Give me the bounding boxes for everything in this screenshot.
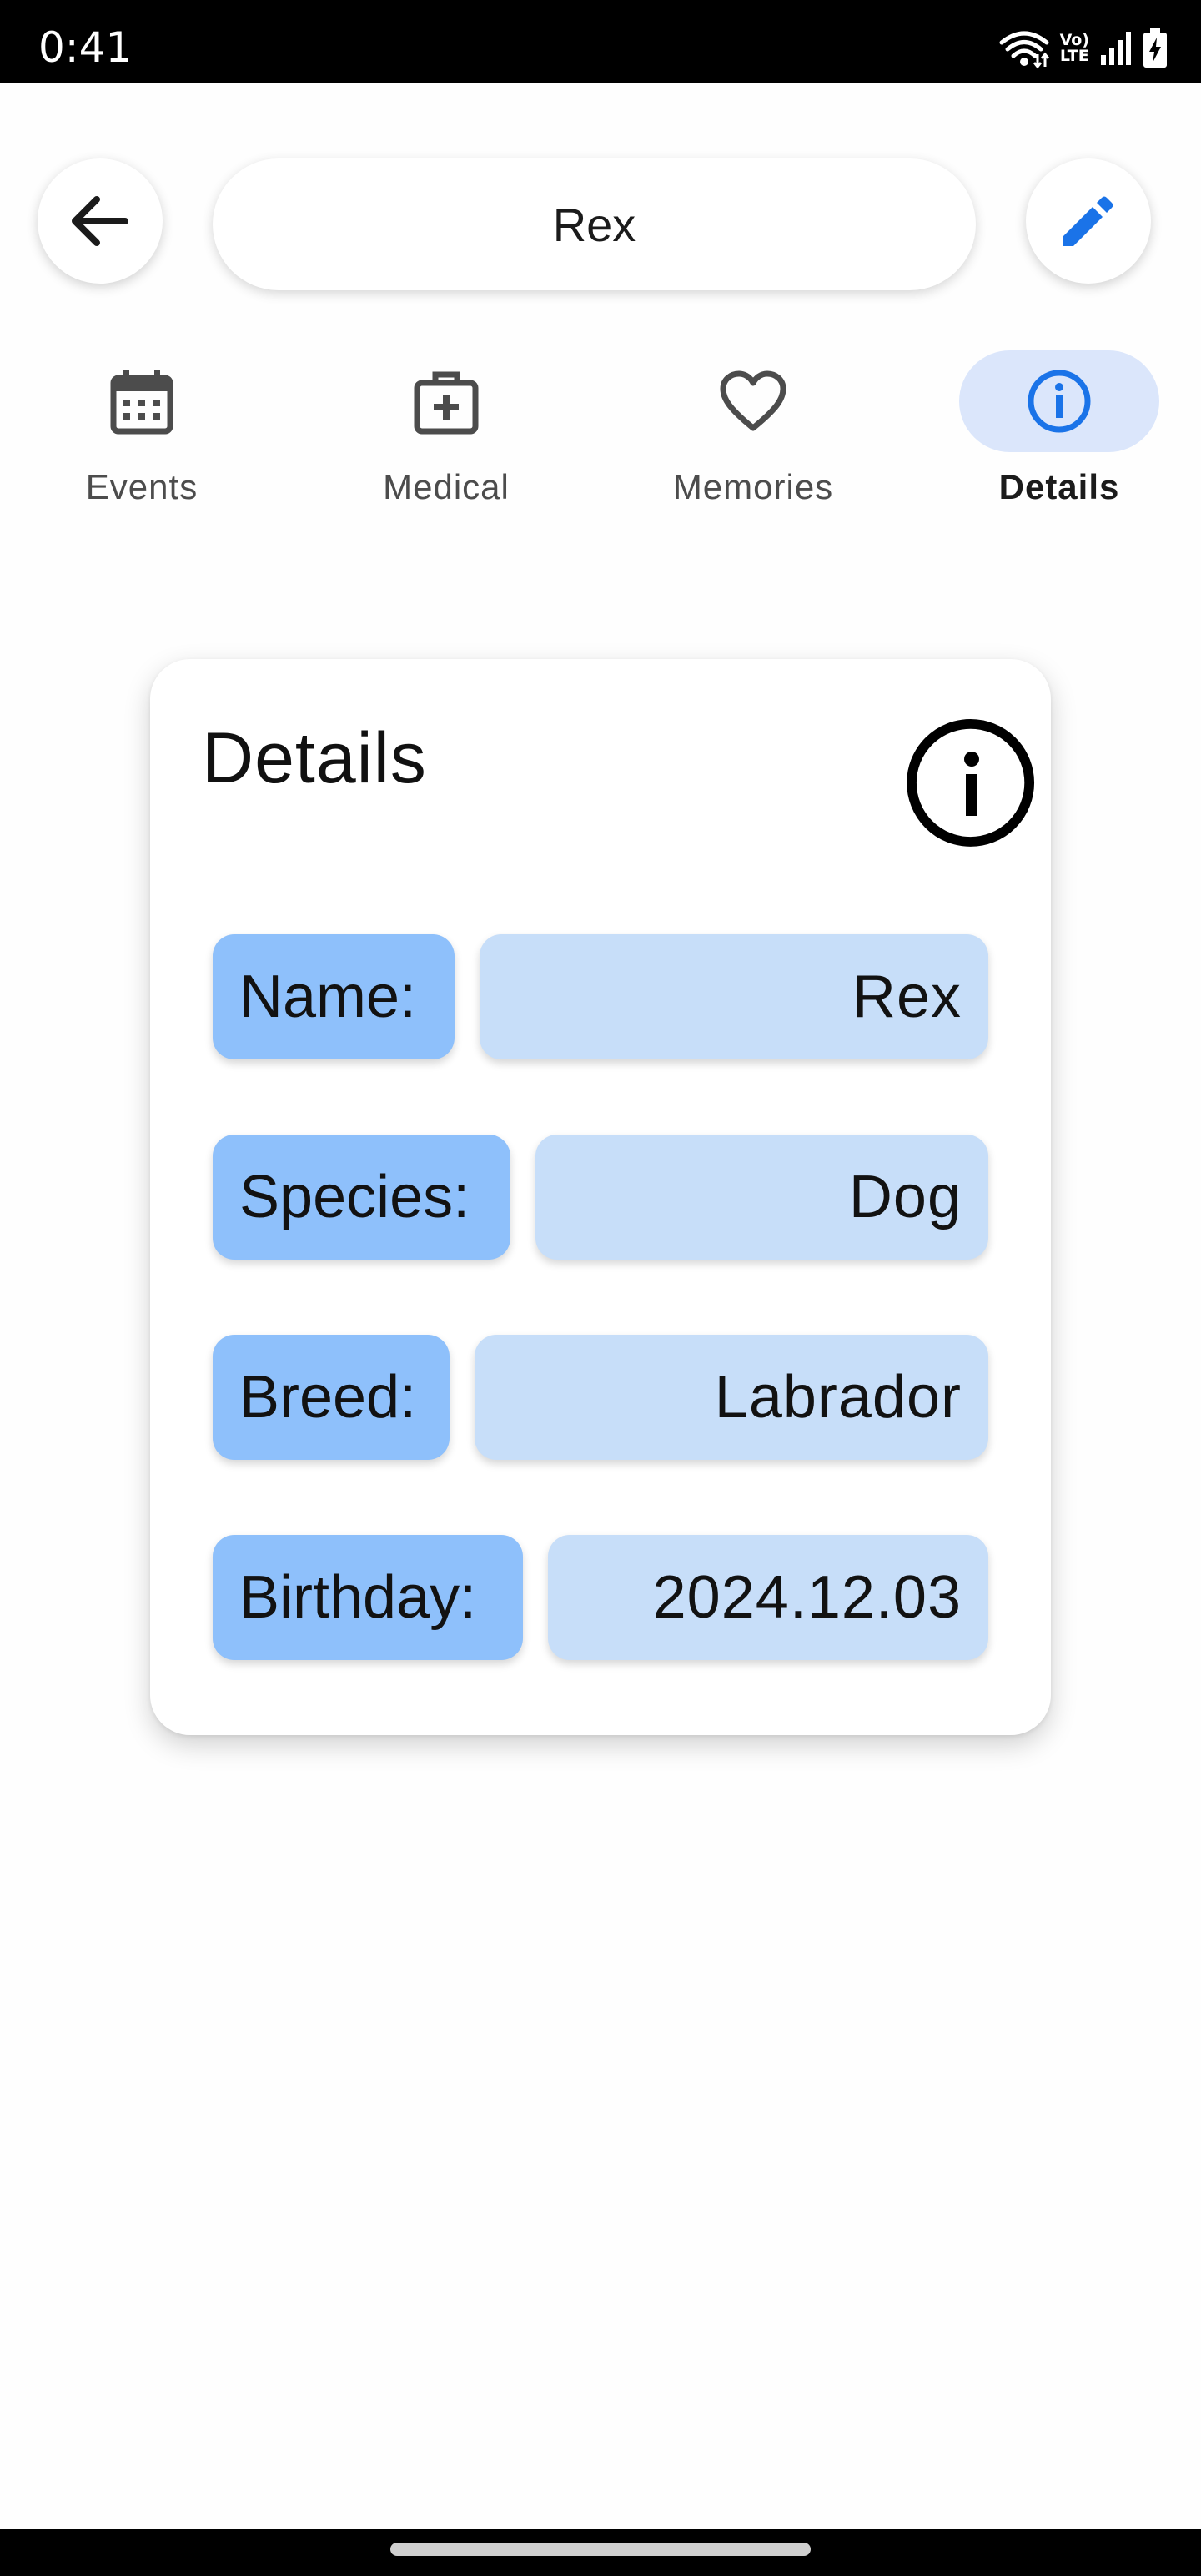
name-value: Rex	[480, 934, 988, 1059]
signal-icon	[1101, 32, 1131, 65]
species-label: Species:	[213, 1135, 510, 1260]
edit-button[interactable]	[1026, 158, 1151, 284]
birthday-row: Birthday: 2024.12.03	[213, 1535, 988, 1660]
heart-icon	[720, 370, 786, 431]
tab-medical-icon-wrap	[346, 350, 546, 452]
pencil-icon	[1063, 196, 1113, 246]
breed-value: Labrador	[475, 1335, 988, 1460]
lte-label: LTE	[1059, 47, 1089, 65]
status-icons: Vo) LTE	[998, 25, 1168, 72]
status-time: 0:41	[38, 23, 133, 72]
tab-memories-label: Memories	[672, 467, 834, 506]
birthday-value: 2024.12.03	[548, 1535, 988, 1660]
tab-memories-icon-wrap	[653, 350, 853, 452]
birthday-label: Birthday:	[213, 1535, 523, 1660]
tab-medical-label: Medical	[383, 467, 510, 506]
tab-memories[interactable]: Memories	[611, 350, 895, 526]
breed-row: Breed: Labrador	[213, 1335, 988, 1460]
pet-name-title[interactable]: Rex	[213, 158, 976, 290]
back-button[interactable]	[38, 158, 163, 284]
tab-details[interactable]: Details	[917, 350, 1201, 526]
details-card: Details Name: Rex Species: Dog Breed: La…	[150, 659, 1051, 1735]
breed-label: Breed:	[213, 1335, 450, 1460]
info-icon	[1028, 370, 1091, 433]
species-row: Species: Dog	[213, 1135, 988, 1260]
tab-medical[interactable]: Medical	[304, 350, 588, 526]
name-row: Name: Rex	[213, 934, 988, 1059]
pet-details-screen: 0:41 Vo) LTE Rex Events Medical Memories…	[0, 0, 1201, 2576]
card-title: Details	[202, 718, 427, 798]
tab-events-icon-wrap	[42, 350, 242, 452]
medical-kit-icon	[414, 371, 479, 435]
arrow-left-icon	[72, 196, 128, 246]
species-value: Dog	[535, 1135, 988, 1260]
status-bar: 0:41 Vo) LTE	[0, 0, 1201, 83]
tab-details-label: Details	[998, 467, 1120, 506]
info-icon	[907, 718, 1035, 847]
name-label: Name:	[213, 934, 455, 1059]
volte-icon: Vo) LTE	[1060, 33, 1089, 64]
wifi-icon	[999, 31, 1049, 69]
battery-charging-icon	[1143, 28, 1167, 68]
tab-events[interactable]: Events	[0, 350, 284, 526]
tab-details-icon-wrap	[959, 350, 1159, 452]
home-handle[interactable]	[390, 2543, 811, 2556]
tab-events-label: Events	[85, 467, 198, 506]
navigation-bar	[0, 2529, 1201, 2576]
calendar-icon	[110, 370, 173, 435]
